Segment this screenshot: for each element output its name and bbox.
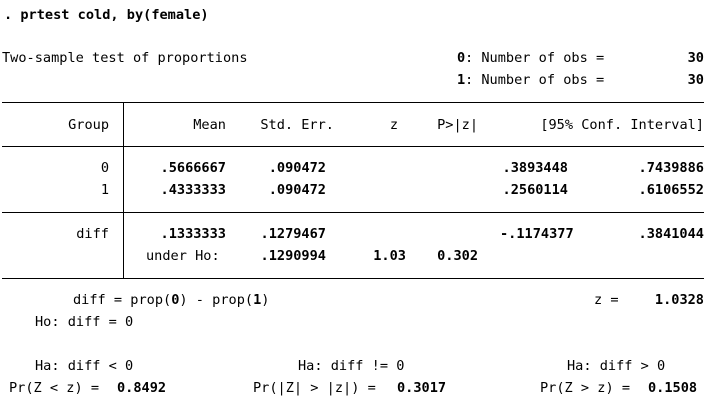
diff-ci-high: .3841044 — [638, 226, 704, 242]
pr-label: Pr(Z < z) = — [9, 380, 100, 396]
pr-value: 0.1508 — [648, 380, 698, 396]
table-top-rule — [2, 102, 704, 103]
command-line: . prtest cold, by(female) — [4, 7, 209, 23]
row-se: .090472 — [268, 160, 326, 176]
row-mean: .4333333 — [160, 182, 226, 198]
diff-se: .1279467 — [260, 226, 326, 242]
col-group-header: Group — [68, 117, 109, 133]
col-z-header: z — [389, 117, 398, 133]
column-divider — [123, 102, 124, 278]
ha-label: Ha: diff > 0 — [567, 358, 666, 374]
row-se: .090472 — [268, 182, 326, 198]
diff-ci-low: -.1174377 — [500, 226, 574, 242]
obs-label: : Number of obs = — [465, 72, 605, 88]
row-group: 1 — [100, 182, 109, 198]
diff-mean: .1333333 — [160, 226, 226, 242]
group-rule — [2, 212, 704, 213]
row-mean: .5666667 — [160, 160, 226, 176]
diff-z: 1.03 — [373, 248, 406, 264]
pr-label: Pr(Z > z) = — [540, 380, 631, 396]
under-ho-label: under Ho: — [146, 248, 220, 264]
null-hypothesis: Ho: diff = 0 — [35, 314, 134, 330]
obs-value: 30 — [687, 50, 704, 66]
row-group: 0 — [100, 160, 109, 176]
diff-p: 0.302 — [437, 248, 478, 264]
row-ci-low: .2560114 — [502, 182, 568, 198]
ha-label: Ha: diff != 0 — [298, 358, 405, 374]
ha-label: Ha: diff < 0 — [35, 358, 134, 374]
pr-label: Pr(|Z| > |z|) = — [253, 380, 376, 396]
col-se-header: Std. Err. — [260, 117, 334, 133]
diff-def-text: ) — [261, 292, 270, 308]
z-label: z = — [594, 292, 619, 308]
pr-value: 0.8492 — [117, 380, 167, 396]
diff-label: diff — [76, 226, 109, 242]
obs-group-label: 0 — [457, 50, 466, 66]
col-p-header: P>|z| — [437, 117, 478, 133]
under-ho-se: .1290994 — [260, 248, 326, 264]
col-mean-header: Mean — [193, 117, 226, 133]
row-ci-low: .3893448 — [502, 160, 568, 176]
z-value: 1.0328 — [654, 292, 704, 308]
diff-def-text: diff = prop( — [73, 292, 172, 308]
row-ci-high: .6106552 — [638, 182, 704, 198]
col-ci-header: [95% Conf. Interval] — [540, 117, 704, 133]
header-rule — [2, 146, 704, 147]
obs-label: : Number of obs = — [465, 50, 605, 66]
obs-value: 30 — [687, 72, 704, 88]
pr-value: 0.3017 — [397, 380, 447, 396]
obs-group-label: 1 — [457, 72, 466, 88]
test-title: Two-sample test of proportions — [2, 50, 248, 66]
table-bottom-rule — [2, 278, 704, 279]
diff-definition: diff = prop(0) - prop(1) — [73, 292, 269, 308]
row-ci-high: .7439886 — [638, 160, 704, 176]
diff-def-text: ) - prop( — [179, 292, 254, 308]
